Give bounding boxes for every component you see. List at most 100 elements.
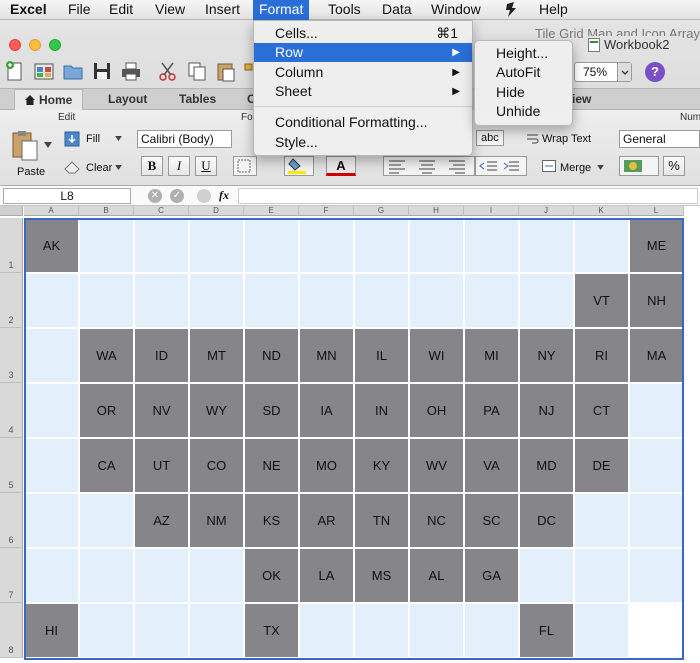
state-tile[interactable]: NH [630,274,683,327]
row-header-5[interactable]: 5 [0,438,23,493]
state-tile[interactable]: NE [245,439,298,492]
empty-cell[interactable] [630,604,683,657]
empty-cell[interactable] [575,219,628,272]
state-tile[interactable]: RI [575,329,628,382]
paste-toolbar-icon[interactable] [215,60,237,82]
new-document-icon[interactable] [4,60,26,82]
empty-cell[interactable] [245,219,298,272]
empty-cell[interactable] [80,549,133,602]
state-tile[interactable]: AZ [135,494,188,547]
menu-item-column[interactable]: Column ▶ [254,63,472,82]
clear-button[interactable]: Clear [86,162,112,174]
menu-file[interactable]: File [62,0,97,20]
state-tile[interactable]: DE [575,439,628,492]
state-tile[interactable]: WI [410,329,463,382]
empty-cell[interactable] [25,439,78,492]
empty-cell[interactable] [135,274,188,327]
column-header-k[interactable]: K [574,206,629,216]
state-tile[interactable]: TX [245,604,298,657]
row-header-3[interactable]: 3 [0,328,23,383]
borders-icon[interactable] [233,156,257,176]
empty-cell[interactable] [300,274,353,327]
state-tile[interactable]: IN [355,384,408,437]
state-tile[interactable]: MO [300,439,353,492]
row-header-6[interactable]: 6 [0,493,23,548]
templates-icon[interactable] [33,60,55,82]
empty-cell[interactable] [630,384,683,437]
zoom-window-icon[interactable] [49,39,61,51]
empty-cell[interactable] [190,219,243,272]
row-header-8[interactable]: 8 [0,603,23,658]
cancel-icon[interactable]: ✕ [148,189,162,203]
state-tile[interactable]: VT [575,274,628,327]
state-tile[interactable]: AK [25,219,78,272]
empty-cell[interactable] [25,549,78,602]
insert-function-button[interactable]: fx [219,188,229,203]
merge-dropdown-icon[interactable] [597,165,604,170]
row-header-7[interactable]: 7 [0,548,23,603]
tab-tables[interactable]: Tables [169,89,226,110]
copy-icon[interactable] [186,60,208,82]
column-header-j[interactable]: J [519,206,574,216]
font-color-button[interactable]: A [326,156,356,176]
help-button[interactable]: ? [645,62,665,82]
row-header-4[interactable]: 4 [0,383,23,438]
open-folder-icon[interactable] [62,60,84,82]
empty-cell[interactable] [465,219,518,272]
empty-cell[interactable] [465,604,518,657]
empty-cell[interactable] [80,219,133,272]
column-header-a[interactable]: A [24,206,79,216]
clear-dropdown-icon[interactable] [115,165,122,170]
state-tile[interactable]: TN [355,494,408,547]
minimize-window-icon[interactable] [29,39,41,51]
name-box[interactable]: L8 [3,188,131,204]
state-tile[interactable]: IA [300,384,353,437]
empty-cell[interactable] [410,604,463,657]
empty-cell[interactable] [355,274,408,327]
empty-cell[interactable] [190,274,243,327]
state-tile[interactable]: WV [410,439,463,492]
tab-layout[interactable]: Layout [98,89,157,110]
state-tile[interactable]: SC [465,494,518,547]
state-tile[interactable]: PA [465,384,518,437]
empty-cell[interactable] [520,274,573,327]
state-tile[interactable]: MN [300,329,353,382]
state-tile[interactable]: CA [80,439,133,492]
state-tile[interactable]: LA [300,549,353,602]
state-tile[interactable]: NC [410,494,463,547]
menu-item-conditional-formatting[interactable]: Conditional Formatting... [254,113,472,132]
empty-cell[interactable] [630,439,683,492]
column-header-c[interactable]: C [134,206,189,216]
state-tile[interactable]: NM [190,494,243,547]
fill-icon[interactable] [64,131,80,147]
state-tile[interactable]: NV [135,384,188,437]
state-tile[interactable]: ID [135,329,188,382]
column-header-e[interactable]: E [244,206,299,216]
print-icon[interactable] [120,60,142,82]
empty-cell[interactable] [80,274,133,327]
empty-cell[interactable] [25,274,78,327]
empty-cell[interactable] [355,219,408,272]
empty-cell[interactable] [575,549,628,602]
fill-color-icon[interactable] [284,156,314,176]
zoom-dropdown-arrow[interactable] [617,63,631,81]
column-header-f[interactable]: F [299,206,354,216]
state-tile[interactable]: MI [465,329,518,382]
state-tile[interactable]: MT [190,329,243,382]
orientation-button[interactable]: abc [476,130,504,146]
fill-dropdown-icon[interactable] [115,136,122,141]
bold-button[interactable]: B [141,156,163,176]
column-header-h[interactable]: H [409,206,464,216]
submenu-item-hide[interactable]: Hide [475,83,572,102]
submenu-item-unhide[interactable]: Unhide [475,102,572,121]
empty-cell[interactable] [410,274,463,327]
empty-cell[interactable] [190,549,243,602]
state-tile[interactable]: ME [630,219,683,272]
empty-cell[interactable] [630,549,683,602]
formula-input[interactable] [238,188,698,204]
function-wizard-icon[interactable] [197,189,211,203]
menu-edit[interactable]: Edit [103,0,139,20]
column-header-d[interactable]: D [189,206,244,216]
state-tile[interactable]: IL [355,329,408,382]
empty-cell[interactable] [520,549,573,602]
